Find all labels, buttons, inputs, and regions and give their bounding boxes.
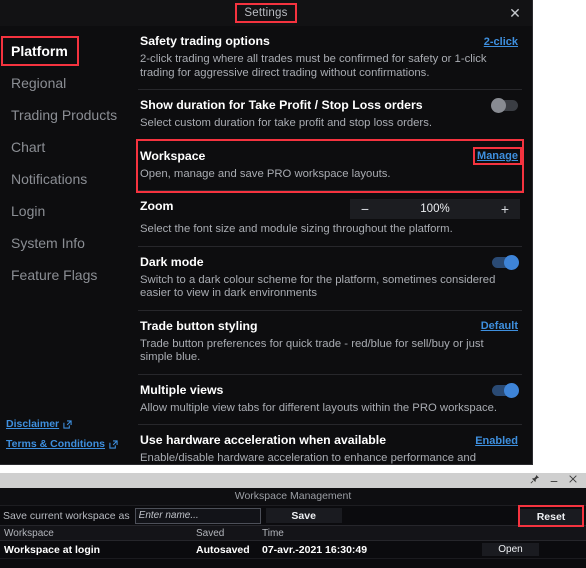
page-title: Settings — [235, 3, 297, 23]
setting-row-trade-button-styling: Trade button styling Default Trade butto… — [138, 311, 522, 375]
terms-conditions-link[interactable]: Terms & Conditions — [0, 434, 130, 464]
settings-window: Settings ✕ Platform Regional Trading Pro… — [0, 0, 533, 465]
zoom-stepper[interactable]: − 100% + — [350, 199, 520, 219]
setting-title: Dark mode — [140, 254, 204, 269]
sidebar-item-trading-products[interactable]: Trading Products — [0, 99, 130, 131]
workspace-name-input[interactable] — [134, 507, 261, 524]
setting-title: Workspace — [140, 148, 206, 163]
row-header: Multiple views — [140, 382, 520, 398]
setting-description: Select the font size and module sizing t… — [140, 223, 453, 235]
sidebar-item-platform[interactable]: Platform — [1, 36, 79, 66]
screen-root: Settings ✕ Platform Regional Trading Pro… — [0, 0, 586, 568]
dark-mode-toggle[interactable] — [492, 254, 519, 270]
close-icon[interactable] — [568, 474, 578, 487]
column-header-saved: Saved — [196, 527, 225, 539]
pin-icon[interactable] — [530, 474, 540, 487]
save-button[interactable]: Save — [265, 508, 342, 523]
disclaimer-label: Disclaimer — [6, 418, 60, 430]
sidebar-item-regional[interactable]: Regional — [0, 67, 130, 99]
table-row[interactable]: Workspace at login Autosaved 07-avr.-202… — [0, 541, 586, 559]
sidebar-item-notifications[interactable]: Notifications — [0, 163, 130, 195]
setting-description: Allow multiple view tabs for different l… — [140, 401, 498, 414]
table-header-row: Workspace Saved Time — [0, 525, 586, 541]
close-icon[interactable]: ✕ — [508, 6, 522, 20]
cell-workspace-name: Workspace at login — [4, 543, 101, 556]
workspace-save-row: Save current workspace as Save Reset — [0, 505, 586, 527]
setting-description: Enable/disable hardware acceleration to … — [140, 452, 476, 464]
setting-row-multiple-views: Multiple views Allow multiple view tabs … — [138, 375, 522, 425]
sidebar-item-chart[interactable]: Chart — [0, 131, 130, 163]
setting-title: Multiple views — [140, 382, 224, 397]
toggle-knob — [504, 254, 519, 270]
reset-button[interactable]: Reset — [520, 509, 582, 525]
row-header: Workspace Manage — [140, 147, 522, 165]
row-header: Use hardware acceleration when available… — [140, 433, 520, 448]
minimize-icon[interactable] — [549, 474, 559, 487]
column-header-workspace: Workspace — [4, 527, 54, 539]
setting-description: 2-click trading where all trades must be… — [140, 53, 487, 79]
hardware-acceleration-link[interactable]: Enabled — [473, 434, 520, 448]
terms-conditions-label: Terms & Conditions — [6, 438, 105, 450]
zoom-increase-button[interactable]: + — [490, 199, 520, 219]
setting-title: Use hardware acceleration when available — [140, 433, 387, 447]
setting-row-hardware-acceleration: Use hardware acceleration when available… — [138, 425, 522, 464]
setting-title: Safety trading options — [140, 34, 270, 48]
zoom-decrease-button[interactable]: − — [350, 199, 380, 219]
workspace-table-empty-area — [0, 559, 586, 568]
sidebar-item-login[interactable]: Login — [0, 195, 130, 227]
external-link-icon — [109, 439, 118, 449]
setting-row-dark-mode: Dark mode Switch to a dark colour scheme… — [138, 247, 522, 311]
workspace-management-window: Workspace Management Save current worksp… — [0, 473, 586, 568]
settings-body: Platform Regional Trading Products Chart… — [0, 26, 532, 464]
setting-description: Trade button preferences for quick trade… — [140, 337, 484, 364]
multiple-views-toggle[interactable] — [492, 382, 519, 398]
settings-content: Safety trading options 2-click 2-click t… — [130, 26, 532, 464]
reset-button-highlight: Reset — [518, 505, 584, 527]
cell-time: 07-avr.-2021 16:30:49 — [262, 543, 368, 556]
row-header: Show duration for Take Profit / Stop Los… — [140, 98, 520, 113]
column-header-time: Time — [262, 527, 284, 539]
safety-trading-value-link[interactable]: 2-click — [482, 35, 520, 49]
setting-title: Show duration for Take Profit / Stop Los… — [140, 98, 423, 112]
row-header: Trade button styling Default — [140, 319, 520, 334]
setting-row-show-duration: Show duration for Take Profit / Stop Los… — [138, 90, 522, 141]
open-workspace-button[interactable]: Open — [482, 543, 539, 556]
setting-title: Zoom — [140, 199, 174, 213]
setting-description: Switch to a dark colour scheme for the p… — [140, 273, 496, 300]
row-header: Safety trading options 2-click — [140, 34, 520, 49]
settings-sidebar: Platform Regional Trading Products Chart… — [0, 26, 130, 464]
row-header: Dark mode — [140, 254, 520, 270]
toggle-knob — [504, 382, 519, 398]
workspace-window-title: Workspace Management — [0, 488, 586, 506]
external-link-icon — [63, 419, 72, 429]
zoom-value: 100% — [420, 203, 450, 215]
setting-description: Open, manage and save PRO workspace layo… — [140, 167, 391, 180]
toggle-knob — [491, 98, 506, 113]
setting-row-zoom: Zoom − 100% + Select the font size and m… — [138, 191, 522, 247]
workspace-table: Workspace Saved Time Workspace at login … — [0, 525, 586, 559]
workspace-window-chrome — [0, 473, 586, 488]
setting-row-safety-trading: Safety trading options 2-click 2-click t… — [138, 26, 522, 90]
settings-titlebar: Settings ✕ — [0, 0, 532, 26]
cell-actions: Open — [462, 543, 586, 556]
setting-title: Trade button styling — [140, 318, 258, 333]
workspace-manage-link[interactable]: Manage — [473, 147, 522, 165]
row-header: Zoom − 100% + — [140, 199, 520, 219]
setting-description: Select custom duration for take profit a… — [140, 117, 432, 129]
trade-button-styling-link[interactable]: Default — [479, 319, 520, 333]
cell-saved: Autosaved — [196, 543, 250, 556]
setting-row-workspace[interactable]: Workspace Manage Open, manage and save P… — [136, 138, 524, 193]
sidebar-item-feature-flags[interactable]: Feature Flags — [0, 259, 130, 291]
save-workspace-label: Save current workspace as — [3, 509, 130, 522]
disclaimer-link[interactable]: Disclaimer — [0, 414, 130, 434]
show-duration-toggle[interactable] — [491, 98, 518, 113]
sidebar-item-system-info[interactable]: System Info — [0, 227, 130, 259]
